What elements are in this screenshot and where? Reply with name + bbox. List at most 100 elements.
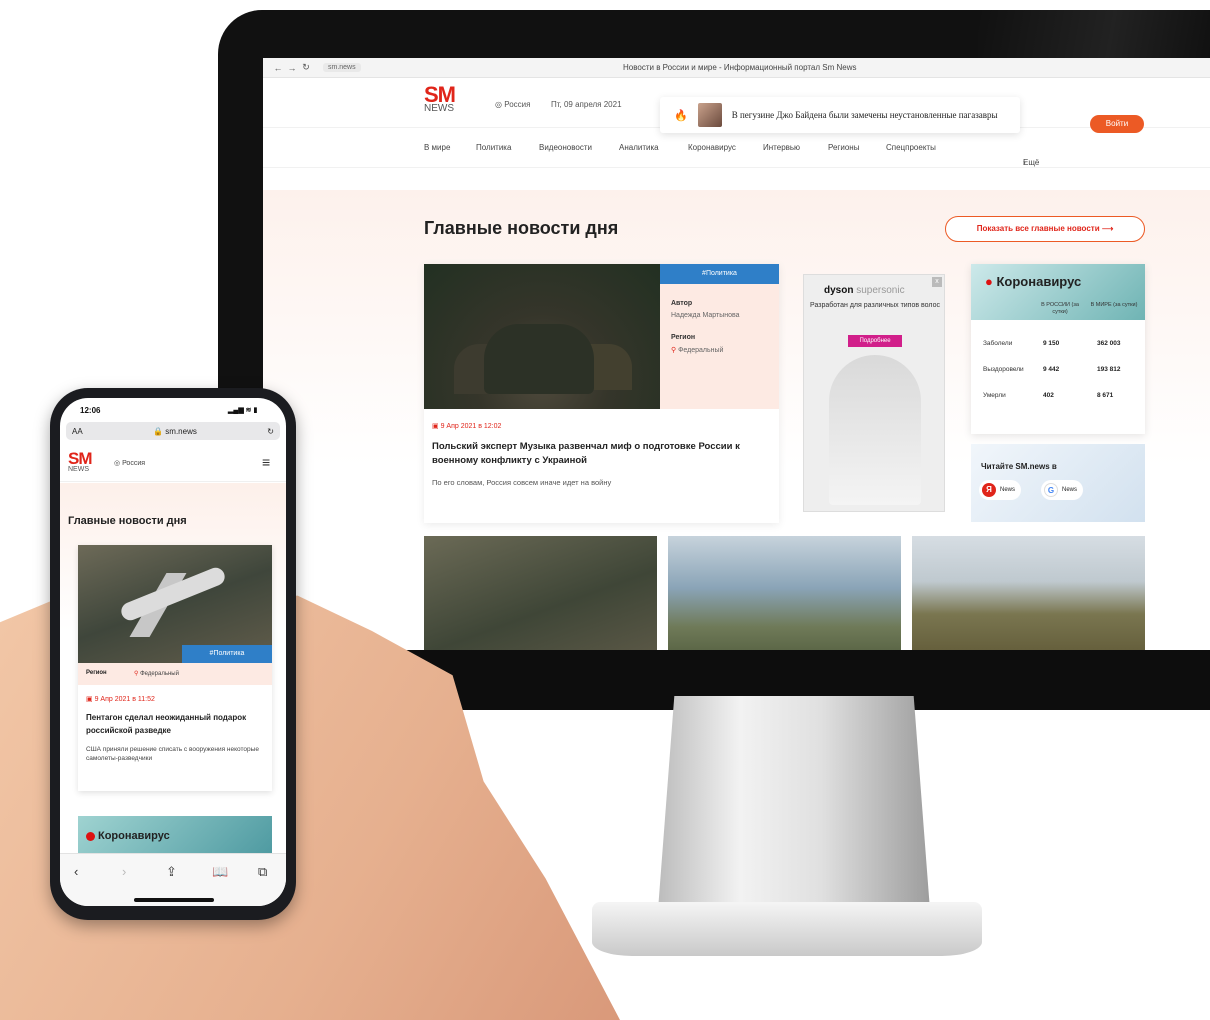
menu-item-video[interactable]: Видеоновости <box>539 143 592 152</box>
google-label: News <box>1062 487 1078 493</box>
main-news-card[interactable]: #Политика Автор Надежда Мартынова Регион… <box>424 264 779 523</box>
menu-item-covid[interactable]: Коронавирус <box>688 143 736 152</box>
fire-icon: 🔥 <box>674 109 688 122</box>
calendar-icon: ▣ <box>86 696 93 703</box>
news-headline[interactable]: Польский эксперт Музыка развенчал миф о … <box>432 440 772 468</box>
header-date: Пт, 09 апреля 2021 <box>551 100 622 109</box>
bookmarks-icon[interactable]: 📖 <box>212 864 228 880</box>
show-all-label: Показать все главные новости <box>976 224 1100 233</box>
author-name[interactable]: Надежда Мартынова <box>671 312 740 319</box>
desktop-monitor: ← → ↻ sm.news Новости в России и мире - … <box>218 10 1210 710</box>
news-date-text: 9 Апр 2021 в 12:02 <box>440 423 502 430</box>
covid-widget[interactable]: ● Коронавирус В РОССИИ (за сутки) В МИРЕ… <box>971 264 1145 434</box>
location-selector[interactable]: ◎ Россия <box>114 459 145 467</box>
section-title: Главные новости дня <box>68 515 187 527</box>
pin-icon: ⚲ <box>134 671 139 677</box>
virus-icon: ● <box>985 274 993 289</box>
site-logo[interactable]: SM NEWS <box>424 84 460 122</box>
news-photo: #Политика <box>78 545 272 663</box>
mobile-address-bar[interactable]: AA 🔒 sm.news ↻ <box>66 422 280 440</box>
pin-icon: ⚲ <box>671 347 677 354</box>
covid-title: ● Коронавирус <box>985 274 1081 289</box>
mobile-screen: 12:06 ▂▄▆ ≋ ▮ AA 🔒 sm.news ↻ SM NEWS ◎ Р… <box>60 398 286 906</box>
covid-row-ru: 9 442 <box>1043 366 1060 373</box>
close-icon[interactable]: x <box>932 277 942 287</box>
covid-row-world: 362 003 <box>1097 340 1121 347</box>
location-label: Россия <box>122 460 146 467</box>
ad-banner[interactable]: x dyson supersonic Разработан для различ… <box>803 274 945 512</box>
news-meta: Регион ⚲ Федеральный <box>78 663 272 685</box>
read-us-widget: Читайте SM.news в Я News G News <box>971 444 1145 522</box>
main-menu: В мире Политика Видеоновости Аналитика К… <box>263 128 1210 168</box>
ad-brand-name: dyson <box>824 285 854 296</box>
tabs-icon[interactable]: ⧉ <box>258 864 267 880</box>
arrow-right-icon: ⟶ <box>1101 224 1114 233</box>
news-date: ▣ 9 Апр 2021 в 11:52 <box>86 695 155 703</box>
read-us-text: Читайте SM.news в <box>981 462 1057 471</box>
news-lead: По его словам, Россия совсем иначе идет … <box>432 478 612 487</box>
covid-col-russia: В РОССИИ (за сутки) <box>1041 302 1079 315</box>
calendar-icon: ▣ <box>432 423 439 430</box>
news-tile[interactable] <box>424 536 657 650</box>
main-content: Главные новости дня Показать все главные… <box>263 190 1210 650</box>
share-icon[interactable]: ⇪ <box>166 864 177 880</box>
yandex-news-button[interactable]: Я News <box>979 480 1022 500</box>
news-photo <box>424 264 660 409</box>
region-text: Федеральный <box>678 347 724 354</box>
address-bar[interactable]: sm.news <box>323 63 361 72</box>
covid-title: Коронавирус <box>98 830 170 842</box>
news-tile[interactable] <box>912 536 1145 650</box>
covid-row-world: 8 671 <box>1097 392 1114 399</box>
mobile-news-card[interactable]: #Политика Регион ⚲ Федеральный ▣ 9 Апр 2… <box>78 545 272 791</box>
text-size-button[interactable]: AA <box>72 427 83 436</box>
category-tag[interactable]: #Политика <box>182 645 272 663</box>
covid-col-world: В МИРЕ (за сутки) <box>1090 302 1138 308</box>
mobile-url[interactable]: 🔒 sm.news <box>153 427 197 436</box>
region-value: ⚲ Федеральный <box>671 346 723 354</box>
forward-icon[interactable]: › <box>122 864 126 879</box>
chevron-right-icon: › <box>1023 158 1026 167</box>
monitor-stand <box>658 696 930 910</box>
menu-item-interview[interactable]: Интервью <box>763 143 800 152</box>
news-date-text: 9 Апр 2021 в 11:52 <box>94 696 155 703</box>
status-icons: ▂▄▆ ≋ ▮ <box>228 407 258 414</box>
show-all-button[interactable]: Показать все главные новости ⟶ <box>945 216 1145 242</box>
menu-item-world[interactable]: В мире <box>424 143 450 152</box>
section-title: Главные новости дня <box>424 218 619 238</box>
ad-more-button[interactable]: Подробнее <box>848 335 902 347</box>
ticker-thumbnail <box>697 103 722 127</box>
news-lead: США приняли решение списать с вооружения… <box>86 746 259 762</box>
menu-item-politics[interactable]: Политика <box>476 143 511 152</box>
google-news-button[interactable]: G News <box>1041 480 1084 500</box>
ad-brand-sub: supersonic <box>856 285 905 296</box>
virus-icon <box>86 832 95 841</box>
covid-row-label: Выздоровели <box>983 366 1024 373</box>
covid-row-ru: 402 <box>1043 392 1054 399</box>
yandex-icon: Я <box>982 483 996 497</box>
yandex-label: News <box>1000 487 1016 493</box>
page-tab-title: Новости в России и мире - Информационный… <box>623 63 857 72</box>
ticker-text: В пегузине Джо Байдена были замечены неу… <box>731 110 998 120</box>
google-icon: G <box>1044 483 1058 497</box>
mobile-content: Главные новости дня #Политика Регион ⚲ Ф… <box>60 483 286 856</box>
reload-icon[interactable]: ↻ <box>299 62 313 73</box>
location-selector[interactable]: ◎ Россия <box>495 100 530 109</box>
news-tile[interactable] <box>668 536 901 650</box>
back-icon[interactable]: ← <box>271 63 285 73</box>
forward-icon[interactable]: → <box>285 63 299 73</box>
menu-item-regions[interactable]: Регионы <box>828 143 859 152</box>
category-tag[interactable]: #Политика <box>660 264 779 284</box>
news-headline[interactable]: Пентагон сделал неожиданный подарок росс… <box>86 711 266 737</box>
back-icon[interactable]: ‹ <box>74 864 78 879</box>
reload-icon[interactable]: ↻ <box>267 427 274 436</box>
hamburger-menu-icon[interactable]: ≡ <box>262 454 270 470</box>
menu-item-analytics[interactable]: Аналитика <box>619 143 659 152</box>
menu-item-special[interactable]: Спецпроекты <box>886 143 936 152</box>
monitor-base <box>592 902 982 956</box>
news-date: ▣ 9 Апр 2021 в 12:02 <box>432 422 501 430</box>
news-meta-panel: #Политика Автор Надежда Мартынова Регион… <box>660 264 779 409</box>
location-label: Россия <box>504 100 531 109</box>
ad-text: Разработан для различных типов волос <box>810 302 940 309</box>
covid-widget[interactable]: Коронавирус <box>78 816 272 856</box>
ad-brand: dyson supersonic <box>824 285 905 296</box>
